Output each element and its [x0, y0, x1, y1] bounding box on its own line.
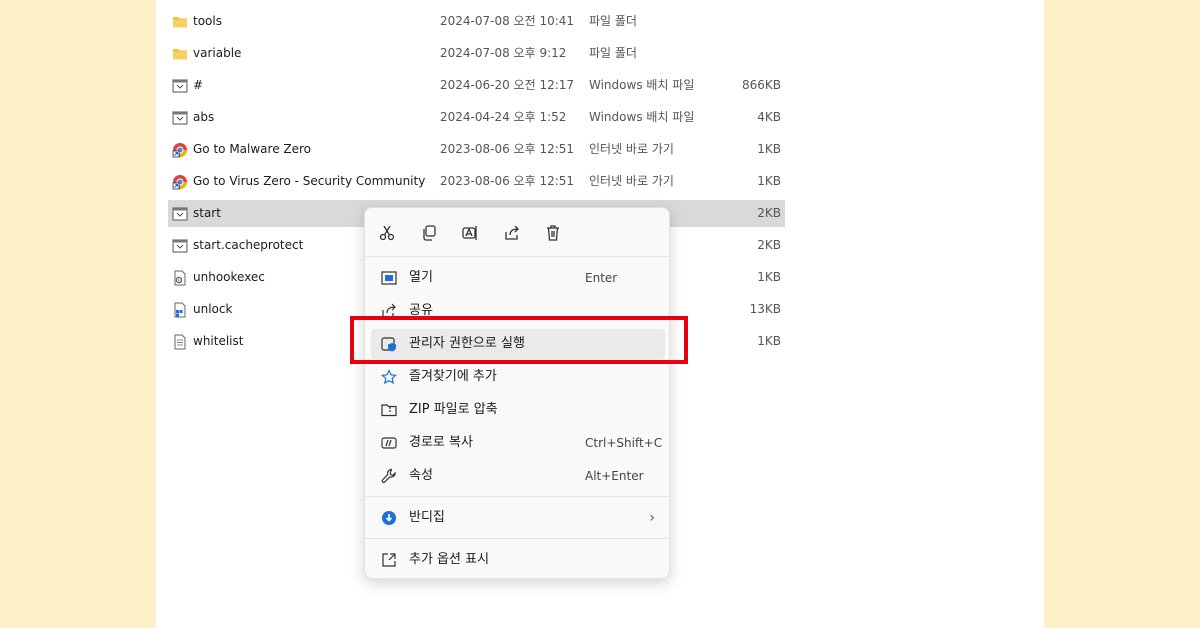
- file-name: whitelist: [193, 334, 244, 348]
- file-name: start.cacheprotect: [193, 238, 304, 252]
- copy-button[interactable]: [415, 220, 443, 246]
- share-icon: [505, 225, 519, 240]
- menu-item-label: 경로로 복사: [409, 435, 473, 450]
- batch-file-icon: [172, 79, 188, 93]
- file-size: 1KB: [757, 174, 781, 188]
- file-name: abs: [193, 110, 215, 124]
- folder-icon: [173, 49, 187, 60]
- menu-item-shortcut: Ctrl+Shift+C: [585, 436, 663, 450]
- cut-icon: [379, 225, 395, 241]
- more-options-icon: [382, 553, 396, 567]
- menu-item-copy-path[interactable]: 경로로 복사 Ctrl+Shift+C: [371, 428, 665, 458]
- file-type: 인터넷 바로 가기: [589, 142, 674, 156]
- cut-button[interactable]: [373, 220, 401, 246]
- copy-icon: [423, 225, 436, 241]
- file-date: 2024-06-20 오전 12:17: [440, 78, 575, 92]
- file-size: 4KB: [757, 110, 781, 124]
- file-date: 2024-04-24 오후 1:52: [440, 110, 567, 124]
- folder-icon: [173, 17, 187, 28]
- file-date: 2023-08-06 오후 12:51: [440, 142, 575, 156]
- menu-item-label: 열기: [409, 270, 433, 285]
- menu-item-shortcut: Enter: [585, 271, 618, 285]
- rename-button[interactable]: [456, 220, 484, 246]
- batch-file-icon: [172, 207, 188, 221]
- context-menu: 열기 Enter 공유 관리자 권한으로 실행 즐겨찾기에 추가 ZIP 파일로…: [364, 207, 670, 579]
- star-icon: [381, 369, 397, 385]
- bandizip-icon: [382, 511, 396, 525]
- file-type: Windows 배치 파일: [589, 110, 695, 124]
- delete-button[interactable]: [539, 220, 567, 246]
- menu-separator: [365, 256, 669, 257]
- file-type: Windows 배치 파일: [589, 78, 695, 92]
- highlight-box: [350, 316, 688, 364]
- file-name: Go to Malware Zero: [193, 142, 312, 156]
- file-row-hash[interactable]: # 2024-06-20 오전 12:17 Windows 배치 파일 866K…: [168, 72, 785, 99]
- menu-item-zip[interactable]: ZIP 파일로 압축: [371, 395, 665, 425]
- menu-separator: [365, 496, 669, 497]
- file-type: 파일 폴더: [589, 46, 637, 60]
- file-size: 13KB: [749, 302, 781, 316]
- menu-item-properties[interactable]: 속성 Alt+Enter: [371, 461, 665, 491]
- file-size: 2KB: [757, 206, 781, 220]
- file-row-tools[interactable]: tools 2024-07-08 오전 10:41 파일 폴더: [168, 8, 785, 35]
- file-type: 파일 폴더: [589, 14, 637, 28]
- file-name: #: [193, 78, 204, 92]
- file-size: 1KB: [757, 142, 781, 156]
- zip-icon: [381, 404, 397, 417]
- rename-icon: [462, 226, 477, 240]
- menu-item-label: 속성: [409, 468, 433, 483]
- file-row-abs[interactable]: abs 2024-04-24 오후 1:52 Windows 배치 파일 4KB: [168, 104, 785, 131]
- chevron-right-icon: ›: [649, 510, 655, 526]
- menu-separator: [365, 538, 669, 539]
- file-name: start: [193, 206, 221, 220]
- file-size: 1KB: [757, 270, 781, 284]
- file-name: tools: [193, 14, 222, 28]
- chrome-shortcut-icon: [172, 175, 187, 190]
- delete-icon: [547, 225, 559, 241]
- file-size: 866KB: [741, 78, 781, 92]
- file-name: unhookexec: [193, 270, 265, 284]
- open-icon: [381, 271, 397, 285]
- menu-item-label: ZIP 파일로 압축: [409, 402, 498, 417]
- file-type: 인터넷 바로 가기: [589, 174, 674, 188]
- menu-item-more-options[interactable]: 추가 옵션 표시: [371, 545, 665, 575]
- settings-file-icon: [174, 270, 186, 286]
- text-file-icon: [174, 334, 186, 350]
- chrome-shortcut-icon: [172, 143, 187, 158]
- file-size: 1KB: [757, 334, 781, 348]
- menu-item-add-favorites[interactable]: 즐겨찾기에 추가: [371, 362, 665, 392]
- wrench-icon: [381, 468, 396, 483]
- share-button[interactable]: [498, 220, 526, 246]
- file-row-virus-zero[interactable]: Go to Virus Zero - Security Community 20…: [168, 168, 785, 195]
- copy-path-icon: [381, 437, 397, 449]
- file-name: Go to Virus Zero - Security Community: [193, 174, 426, 188]
- file-size: 2KB: [757, 238, 781, 252]
- file-name: variable: [193, 46, 242, 60]
- file-date: 2024-07-08 오전 10:41: [440, 14, 575, 28]
- batch-file-icon: [172, 239, 188, 253]
- file-date: 2024-07-08 오후 9:12: [440, 46, 567, 60]
- file-row-malware-zero[interactable]: Go to Malware Zero 2023-08-06 오후 12:51 인…: [168, 136, 785, 163]
- menu-item-label: 추가 옵션 표시: [409, 552, 490, 567]
- file-row-variable[interactable]: variable 2024-07-08 오후 9:12 파일 폴더: [168, 40, 785, 67]
- menu-item-bandizip[interactable]: 반디집 ›: [371, 503, 665, 533]
- menu-item-label: 즐겨찾기에 추가: [409, 369, 497, 384]
- menu-item-open[interactable]: 열기 Enter: [371, 263, 665, 293]
- file-date: 2023-08-06 오후 12:51: [440, 174, 575, 188]
- file-name: unlock: [193, 302, 233, 316]
- menu-item-shortcut: Alt+Enter: [585, 469, 644, 483]
- batch-file-icon: [172, 111, 188, 125]
- menu-item-label: 반디집: [409, 510, 445, 525]
- registry-file-icon: [174, 302, 186, 318]
